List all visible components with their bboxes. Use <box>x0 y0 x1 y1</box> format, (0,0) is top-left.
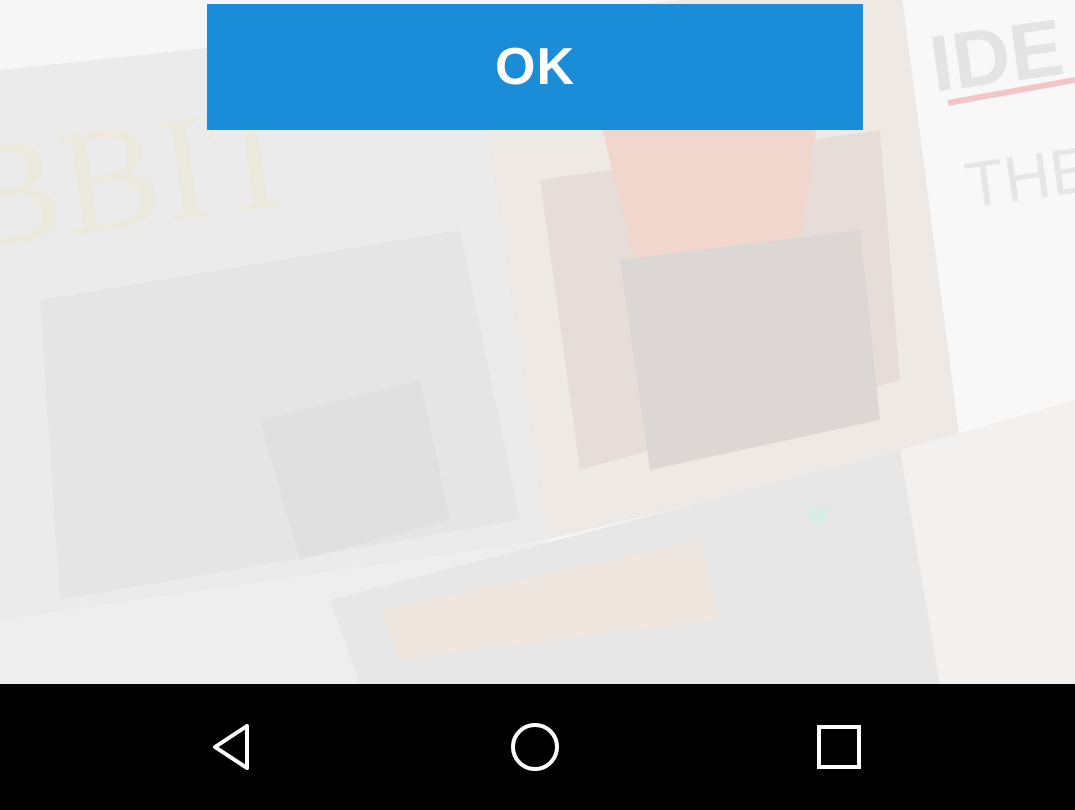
back-triangle-icon <box>213 724 249 770</box>
recents-square-icon <box>817 725 861 769</box>
screen: BBIT IDE THE OK <box>0 0 1075 810</box>
back-button[interactable] <box>197 712 267 782</box>
ok-button[interactable]: OK <box>207 4 863 130</box>
background-card-title-right: IDE <box>924 2 1069 109</box>
home-button[interactable] <box>500 712 570 782</box>
navigation-bar <box>0 684 1075 810</box>
recents-button[interactable] <box>804 712 874 782</box>
home-circle-icon <box>511 723 559 771</box>
